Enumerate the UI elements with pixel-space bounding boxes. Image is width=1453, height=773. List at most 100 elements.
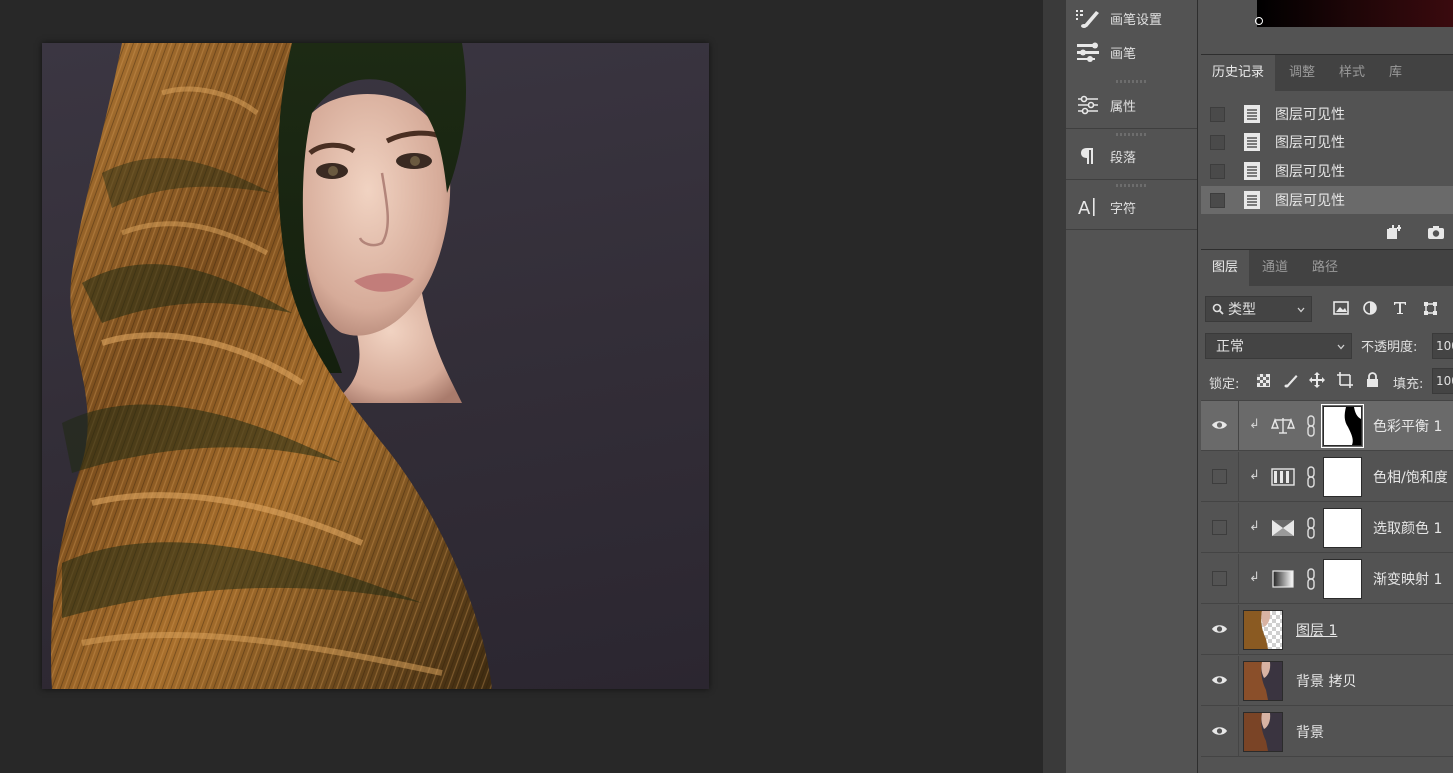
tab-adjustments[interactable]: 调整 — [1278, 55, 1326, 91]
layer-row-layer-1[interactable]: 图层 1 — [1201, 605, 1453, 655]
history-item[interactable]: 图层可见性 — [1201, 128, 1453, 156]
history-item[interactable]: 图层可见性 — [1201, 100, 1453, 128]
visibility-toggle-empty[interactable] — [1212, 520, 1227, 535]
layer-filter-select[interactable]: 类型 — [1205, 296, 1312, 322]
camera-icon[interactable] — [1427, 224, 1445, 240]
shape-layer-filter-icon[interactable] — [1423, 301, 1438, 316]
tab-history[interactable]: 历史记录 — [1201, 55, 1276, 91]
type-layer-filter-icon[interactable] — [1393, 301, 1407, 315]
gradient-map-icon — [1272, 570, 1294, 588]
layer-name[interactable]: 背景 拷贝 — [1296, 671, 1356, 691]
link-chain-icon[interactable] — [1305, 567, 1317, 591]
lock-image-pixels-icon[interactable] — [1284, 373, 1299, 388]
opacity-input[interactable]: 100 — [1432, 333, 1453, 359]
layer-name[interactable]: 图层 1 — [1296, 620, 1337, 640]
link-chain-icon[interactable] — [1305, 465, 1317, 489]
eye-icon[interactable] — [1211, 673, 1228, 687]
opacity-label: 不透明度: — [1361, 340, 1418, 355]
clipping-arrow-icon: ↲ — [1249, 570, 1260, 585]
history-snapshot-checkbox[interactable] — [1210, 163, 1225, 179]
history-snapshot-checkbox[interactable] — [1210, 106, 1225, 122]
visibility-toggle-empty[interactable] — [1212, 571, 1227, 586]
blend-mode-select[interactable]: 正常 — [1205, 333, 1352, 359]
panel-divider — [1066, 179, 1197, 180]
lock-artboard-icon[interactable] — [1337, 372, 1353, 388]
history-snapshot-checkbox[interactable] — [1210, 192, 1225, 208]
tab-paths[interactable]: 路径 — [1301, 250, 1349, 286]
layer-row-selective-color[interactable]: ↲ 选取颜色 1 — [1201, 503, 1453, 553]
panel-properties[interactable]: 属性 — [1066, 80, 1197, 130]
layer-name[interactable]: 背景 — [1296, 722, 1324, 742]
layer-thumbnail[interactable] — [1243, 712, 1283, 752]
link-chain-icon[interactable] — [1305, 414, 1317, 438]
layer-row-hue-saturation[interactable]: ↲ 色相/饱和度 — [1201, 452, 1453, 502]
panel-brush[interactable]: 画笔 — [1066, 30, 1197, 74]
selective-color-icon — [1272, 520, 1294, 536]
fill-input[interactable]: 100 — [1432, 368, 1453, 394]
layer-thumbnail-image — [1244, 611, 1271, 649]
brush-icon — [1066, 41, 1110, 63]
search-icon — [1212, 303, 1224, 315]
panel-paragraph[interactable]: 段落 — [1066, 131, 1197, 181]
tab-layers[interactable]: 图层 — [1201, 250, 1250, 286]
layer-name[interactable]: 渐变映射 1 — [1373, 569, 1442, 589]
panel-brush-settings-label: 画笔设置 — [1110, 12, 1163, 28]
history-item[interactable]: 图层可见性 — [1201, 157, 1453, 185]
fill-value: 100 — [1436, 374, 1453, 388]
new-document-from-state-icon[interactable] — [1385, 224, 1403, 240]
layer-row-color-balance[interactable]: ↲ 色彩平衡 1 — [1201, 401, 1453, 451]
visibility-toggle-empty[interactable] — [1212, 469, 1227, 484]
lock-label: 锁定: — [1209, 377, 1240, 392]
color-picker-field[interactable] — [1257, 0, 1453, 27]
lock-position-icon[interactable] — [1309, 372, 1325, 388]
eye-icon[interactable] — [1211, 418, 1228, 432]
lock-transparent-pixels-icon[interactable] — [1257, 374, 1270, 387]
panel-character[interactable]: A 字符 — [1066, 182, 1197, 232]
blend-mode-value: 正常 — [1216, 339, 1244, 355]
layer-name[interactable]: 色彩平衡 1 — [1373, 416, 1442, 436]
panel-properties-label: 属性 — [1110, 99, 1137, 115]
character-icon: A — [1066, 196, 1110, 218]
layer-row-gradient-map[interactable]: ↲ 渐变映射 1 — [1201, 554, 1453, 604]
history-snapshot-checkbox[interactable] — [1210, 134, 1225, 150]
link-chain-icon[interactable] — [1305, 516, 1317, 540]
layer-mask-thumbnail[interactable] — [1321, 404, 1364, 448]
tab-styles[interactable]: 样式 — [1328, 55, 1376, 91]
document-image[interactable] — [42, 43, 709, 689]
eye-icon[interactable] — [1211, 724, 1228, 738]
visibility-column-divider — [1238, 503, 1239, 553]
adjustment-layer-filter-icon[interactable] — [1363, 301, 1377, 315]
panel-paragraph-label: 段落 — [1110, 150, 1137, 166]
hue-saturation-icon — [1271, 468, 1295, 486]
lock-all-icon[interactable] — [1366, 372, 1379, 388]
panel-divider — [1066, 229, 1197, 230]
layer-mask-thumbnail[interactable] — [1323, 457, 1362, 497]
layer-name[interactable]: 选取颜色 1 — [1373, 518, 1442, 538]
panel-dock-gutter — [1043, 0, 1066, 773]
panel-brush-label: 画笔 — [1110, 46, 1137, 62]
canvas-area[interactable] — [0, 0, 1043, 773]
brush-settings-icon — [1066, 7, 1110, 29]
visibility-column-divider — [1238, 401, 1239, 451]
layer-row-background[interactable]: 背景 — [1201, 707, 1453, 757]
chevron-down-icon — [1297, 307, 1305, 313]
pixel-layer-filter-icon[interactable] — [1333, 301, 1349, 315]
layer-thumbnail[interactable] — [1243, 661, 1283, 701]
layer-row-background-copy[interactable]: 背景 拷贝 — [1201, 656, 1453, 706]
layer-mask-thumbnail[interactable] — [1323, 508, 1362, 548]
document-icon — [1244, 191, 1260, 209]
color-picker-cursor-icon[interactable] — [1255, 17, 1263, 25]
tab-libraries[interactable]: 库 — [1378, 55, 1413, 91]
clipping-arrow-icon: ↲ — [1249, 468, 1260, 483]
eye-icon[interactable] — [1211, 622, 1228, 636]
tab-channels[interactable]: 通道 — [1251, 250, 1299, 286]
mask-shape — [1324, 407, 1361, 445]
history-item-label: 图层可见性 — [1275, 135, 1345, 151]
panel-divider — [1066, 128, 1197, 129]
history-item-selected[interactable]: 图层可见性 — [1201, 186, 1453, 214]
history-item-label: 图层可见性 — [1275, 107, 1345, 123]
layer-name[interactable]: 色相/饱和度 — [1373, 467, 1448, 487]
layer-thumbnail[interactable] — [1243, 610, 1283, 650]
layer-mask-thumbnail[interactable] — [1323, 559, 1362, 599]
layers-tabbar: 图层 通道 路径 — [1201, 249, 1453, 286]
